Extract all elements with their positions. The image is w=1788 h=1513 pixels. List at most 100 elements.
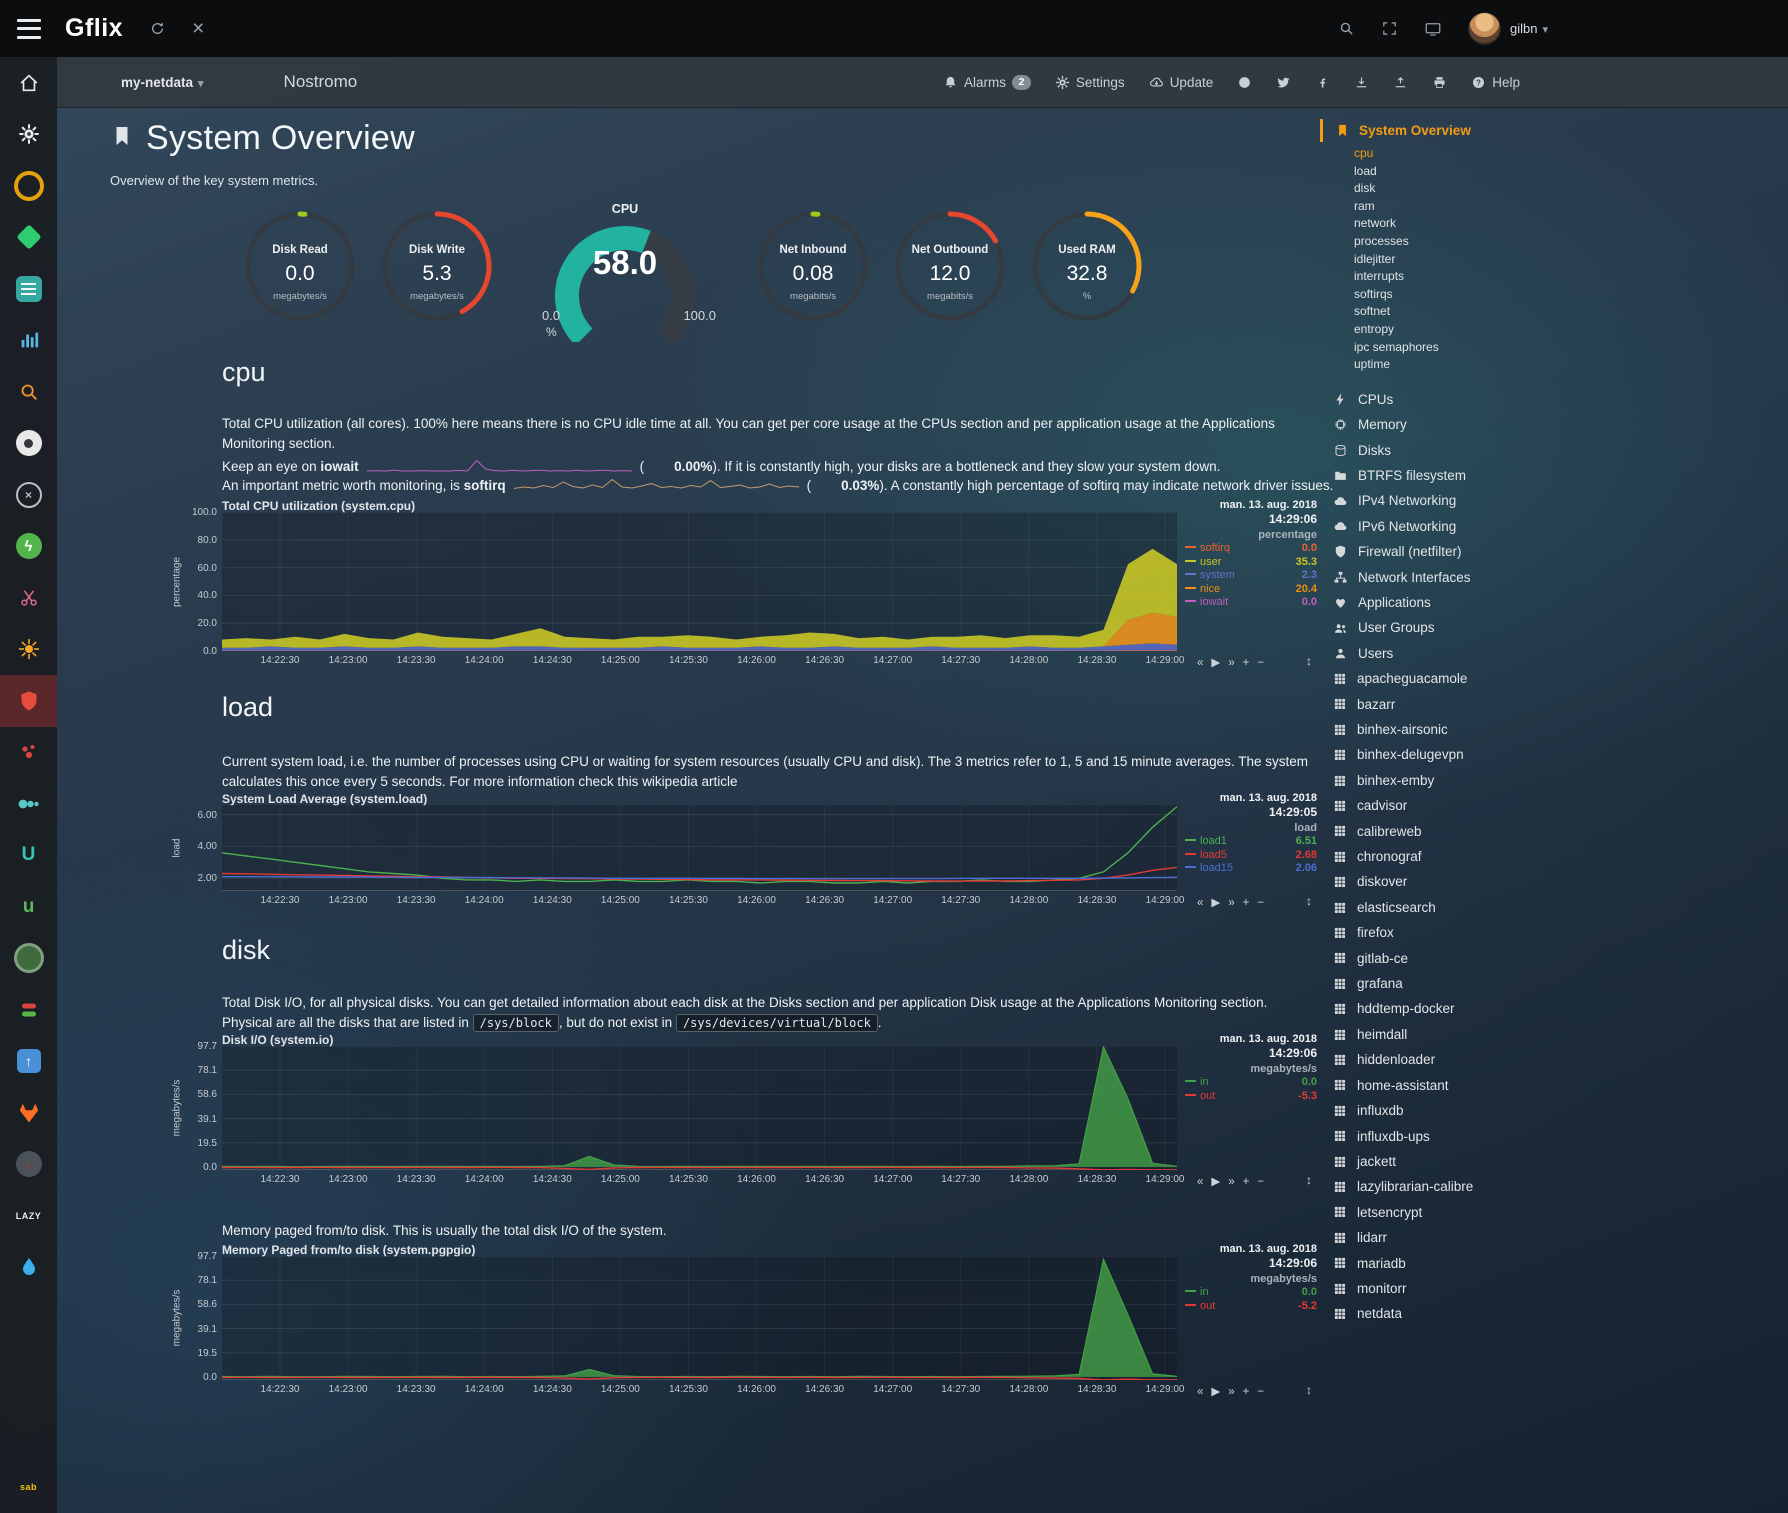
menu-sub-entropy[interactable]: entropy bbox=[1354, 321, 1780, 339]
toolbar-zoom-in-button[interactable]: + bbox=[1243, 657, 1250, 669]
toolbar-pan-forward-button[interactable]: » bbox=[1228, 897, 1234, 909]
chart-resize-handle[interactable]: ↕ bbox=[1306, 654, 1312, 668]
chart-resize-handle[interactable]: ↕ bbox=[1306, 1173, 1312, 1187]
legend-item-nice[interactable]: nice20.4 bbox=[1185, 583, 1317, 597]
chart-resize-handle[interactable]: ↕ bbox=[1306, 1383, 1312, 1397]
menu-sub-load[interactable]: load bbox=[1354, 163, 1780, 181]
menu-app-binhex-delugevpn[interactable]: binhex-delugevpn bbox=[1320, 742, 1780, 767]
menu-app-jackett[interactable]: jackett bbox=[1320, 1149, 1780, 1174]
gauge-disk-write[interactable]: Disk Write5.3megabytes/s bbox=[377, 202, 497, 342]
menu-app-firefox[interactable]: firefox bbox=[1320, 920, 1780, 945]
close-tab-icon[interactable]: × bbox=[192, 18, 204, 39]
menu-sub-interrupts[interactable]: interrupts bbox=[1354, 268, 1780, 286]
menu-section-firewall-netfilter-[interactable]: Firewall (netfilter) bbox=[1320, 539, 1780, 564]
menu-app-binhex-airsonic[interactable]: binhex-airsonic bbox=[1320, 717, 1780, 742]
legend-item-user[interactable]: user35.3 bbox=[1185, 556, 1317, 570]
sidebar-app-sun-app[interactable] bbox=[0, 624, 57, 676]
sidebar-app-scissors-app[interactable] bbox=[0, 572, 57, 624]
menu-section-memory[interactable]: Memory bbox=[1320, 412, 1780, 437]
chart-load-average[interactable]: System Load Average (system.load)man. 13… bbox=[175, 792, 1317, 916]
chart-canvas-diskio[interactable] bbox=[222, 1046, 1177, 1170]
sidebar-app-pill-app[interactable] bbox=[0, 984, 57, 1036]
sidebar-app-deluge[interactable] bbox=[0, 1242, 57, 1294]
chart-memory-paged[interactable]: Memory Paged from/to disk (system.pgpgio… bbox=[175, 1243, 1317, 1405]
menu-section-btrfs-filesystem[interactable]: BTRFS filesystem bbox=[1320, 463, 1780, 488]
menu-app-home-assistant[interactable]: home-assistant bbox=[1320, 1073, 1780, 1098]
menu-app-lazylibrarian-calibre[interactable]: lazylibrarian-calibre bbox=[1320, 1174, 1780, 1199]
legend-item-in[interactable]: in0.0 bbox=[1185, 1076, 1317, 1090]
chart-canvas-pgpgio[interactable] bbox=[222, 1256, 1177, 1380]
sidebar-app-lazylibrarian[interactable]: LAZY bbox=[0, 1190, 57, 1242]
app-title[interactable]: Gflix bbox=[65, 14, 123, 43]
nav-twitter[interactable] bbox=[1276, 75, 1291, 90]
menu-sub-disk[interactable]: disk bbox=[1354, 180, 1780, 198]
legend-item-softirq[interactable]: softirq0.0 bbox=[1185, 542, 1317, 556]
gauge-used-ram[interactable]: Used RAM32.8% bbox=[1027, 202, 1147, 342]
menu-app-bazarr[interactable]: bazarr bbox=[1320, 692, 1780, 717]
menu-section-ipv6-networking[interactable]: IPv6 Networking bbox=[1320, 514, 1780, 539]
softirq-sparkline[interactable] bbox=[514, 477, 799, 497]
sidebar-app-radarr[interactable] bbox=[0, 675, 57, 727]
menu-app-elasticsearch[interactable]: elasticsearch bbox=[1320, 895, 1780, 920]
menu-section-applications[interactable]: Applications bbox=[1320, 590, 1780, 615]
menu-app-netdata[interactable]: netdata bbox=[1320, 1301, 1780, 1326]
menu-app-hiddenloader[interactable]: hiddenloader bbox=[1320, 1047, 1780, 1072]
toolbar-zoom-out-button[interactable]: − bbox=[1257, 657, 1264, 669]
menu-app-heimdall[interactable]: heimdall bbox=[1320, 1022, 1780, 1047]
refresh-tab-icon[interactable] bbox=[149, 20, 166, 37]
toolbar-zoom-out-button[interactable]: − bbox=[1257, 1176, 1264, 1188]
nav-alarms[interactable]: Alarms2 bbox=[943, 75, 1031, 90]
menu-sub-ram[interactable]: ram bbox=[1354, 198, 1780, 216]
menu-app-influxdb[interactable]: influxdb bbox=[1320, 1098, 1780, 1123]
sidebar-app-jackett[interactable] bbox=[0, 366, 57, 418]
toolbar-pan-backward-button[interactable]: « bbox=[1197, 897, 1203, 909]
nav-help[interactable]: ?Help bbox=[1471, 75, 1520, 90]
toolbar-zoom-in-button[interactable]: + bbox=[1243, 897, 1250, 909]
menu-sub-idlejitter[interactable]: idlejitter bbox=[1354, 251, 1780, 269]
menu-app-influxdb-ups[interactable]: influxdb-ups bbox=[1320, 1124, 1780, 1149]
menu-app-hddtemp-docker[interactable]: hddtemp-docker bbox=[1320, 996, 1780, 1021]
toolbar-play-button[interactable]: ▶ bbox=[1211, 1386, 1220, 1398]
fullscreen-icon[interactable] bbox=[1381, 20, 1398, 37]
legend-item-load1[interactable]: load16.51 bbox=[1185, 835, 1317, 849]
nav-github[interactable] bbox=[1237, 75, 1252, 90]
chart-canvas-load[interactable] bbox=[222, 805, 1177, 891]
gauge-disk-read[interactable]: Disk Read0.0megabytes/s bbox=[240, 202, 360, 342]
sidebar-app-home[interactable] bbox=[0, 57, 57, 109]
sidebar-app-kitana[interactable]: × bbox=[0, 469, 57, 521]
chart-resize-handle[interactable]: ↕ bbox=[1306, 894, 1312, 908]
legend-item-in[interactable]: in0.0 bbox=[1185, 1286, 1317, 1300]
toolbar-pan-backward-button[interactable]: « bbox=[1197, 657, 1203, 669]
nav-save-snapshot[interactable] bbox=[1354, 75, 1369, 90]
toolbar-pan-forward-button[interactable]: » bbox=[1228, 1386, 1234, 1398]
menu-app-letsencrypt[interactable]: letsencrypt bbox=[1320, 1200, 1780, 1225]
menu-app-cadvisor[interactable]: cadvisor bbox=[1320, 793, 1780, 818]
menu-app-diskover[interactable]: diskover bbox=[1320, 869, 1780, 894]
sidebar-app-sabnzbd[interactable]: sab bbox=[0, 1462, 57, 1513]
sidebar-app-airsonic[interactable] bbox=[0, 315, 57, 367]
menu-app-gitlab-ce[interactable]: gitlab-ce bbox=[1320, 946, 1780, 971]
nav-settings[interactable]: Settings bbox=[1055, 75, 1125, 90]
legend-item-out[interactable]: out-5.2 bbox=[1185, 1300, 1317, 1314]
sidebar-app-downloader-app[interactable]: ↓ bbox=[0, 1139, 57, 1191]
sidebar-app-uploader-app[interactable]: ↑ bbox=[0, 1036, 57, 1088]
sidebar-app-gitlab[interactable] bbox=[0, 1087, 57, 1139]
sidebar-app-library-app[interactable] bbox=[0, 263, 57, 315]
menu-sub-uptime[interactable]: uptime bbox=[1354, 356, 1780, 374]
chart-disk-io[interactable]: Disk I/O (system.io)man. 13. aug. 201814… bbox=[175, 1033, 1317, 1195]
legend-item-iowait[interactable]: iowait0.0 bbox=[1185, 596, 1317, 610]
menu-system-overview[interactable]: System Overview bbox=[1320, 119, 1780, 142]
nav-facebook[interactable] bbox=[1315, 75, 1330, 90]
toolbar-play-button[interactable]: ▶ bbox=[1211, 1176, 1220, 1188]
toolbar-zoom-in-button[interactable]: + bbox=[1243, 1176, 1250, 1188]
legend-item-out[interactable]: out-5.3 bbox=[1185, 1090, 1317, 1104]
sidebar-app-emby[interactable] bbox=[0, 418, 57, 470]
sidebar-app-unmanic[interactable]: U bbox=[0, 830, 57, 882]
menu-toggle-button[interactable] bbox=[17, 19, 43, 39]
iowait-sparkline[interactable] bbox=[367, 458, 632, 478]
menu-sub-network[interactable]: network bbox=[1354, 215, 1780, 233]
menu-section-cpus[interactable]: CPUs bbox=[1320, 387, 1780, 412]
menu-sub-ipc-semaphores[interactable]: ipc semaphores bbox=[1354, 339, 1780, 357]
menu-sub-processes[interactable]: processes bbox=[1354, 233, 1780, 251]
toolbar-pan-forward-button[interactable]: » bbox=[1228, 657, 1234, 669]
